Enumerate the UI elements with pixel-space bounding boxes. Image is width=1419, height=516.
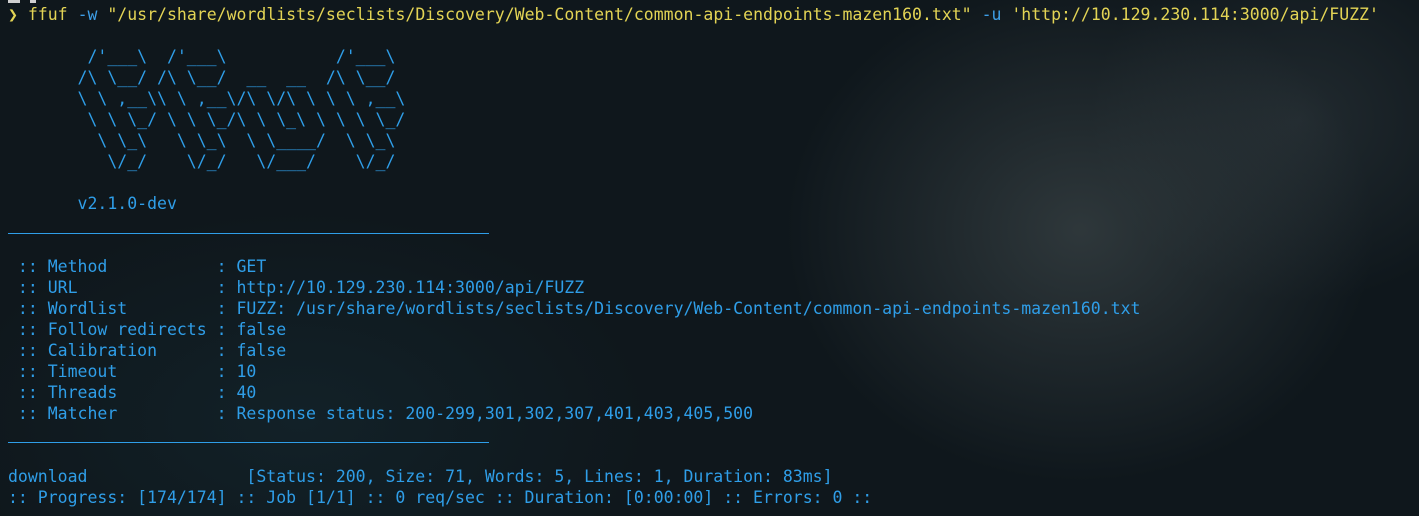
banner-line: \/_/ \/_/ \/___/ \/_/ <box>8 152 396 171</box>
clipped-previous-line <box>8 0 20 3</box>
config-row: :: Calibration : false <box>8 341 287 360</box>
config-row: :: Wordlist : FUZZ: /usr/share/wordlists… <box>8 299 1141 318</box>
divider <box>8 442 489 443</box>
config-row: :: URL : http://10.129.230.114:3000/api/… <box>8 278 585 297</box>
wordlist-argument: "/usr/share/wordlists/seclists/Discovery… <box>107 5 972 24</box>
result-row: download [Status: 200, Size: 71, Words: … <box>8 467 833 486</box>
command-line: ❯ ffuf -w "/usr/share/wordlists/seclists… <box>8 4 1379 25</box>
version-label: v2.1.0-dev <box>8 194 177 213</box>
progress-status-line: :: Progress: [174/174] :: Job [1/1] :: 0… <box>8 488 873 507</box>
config-row: :: Threads : 40 <box>8 383 257 402</box>
config-row: :: Follow redirects : false <box>8 320 287 339</box>
url-flag: -u <box>981 5 1002 24</box>
banner-line: /\ \__/ /\ \__/ __ __ /\ \__/ <box>8 68 396 87</box>
config-row: :: Timeout : 10 <box>8 362 257 381</box>
config-row: :: Matcher : Response status: 200-299,30… <box>8 404 754 423</box>
divider <box>8 233 489 234</box>
terminal-window[interactable]: ❯ ffuf -w "/usr/share/wordlists/seclists… <box>0 0 1419 516</box>
prompt-symbol: ❯ <box>8 5 18 24</box>
banner-line: \ \ \_/ \ \ \_/\ \ \_\ \ \ \ \_/ <box>8 110 406 129</box>
config-row: :: Method : GET <box>8 257 267 276</box>
banner-line: \ \_\ \ \_\ \ \____/ \ \_\ <box>8 131 396 150</box>
clipped-previous-line-2 <box>30 0 36 3</box>
url-argument: 'http://10.129.230.114:3000/api/FUZZ' <box>1011 5 1379 24</box>
command-program: ffuf <box>27 5 68 24</box>
wordlist-flag: -w <box>77 5 98 24</box>
banner-line: \ \ ,__\\ \ ,__\/\ \/\ \ \ \ ,__\ <box>8 89 406 108</box>
banner-line: /'___\ /'___\ /'___\ <box>8 47 396 66</box>
